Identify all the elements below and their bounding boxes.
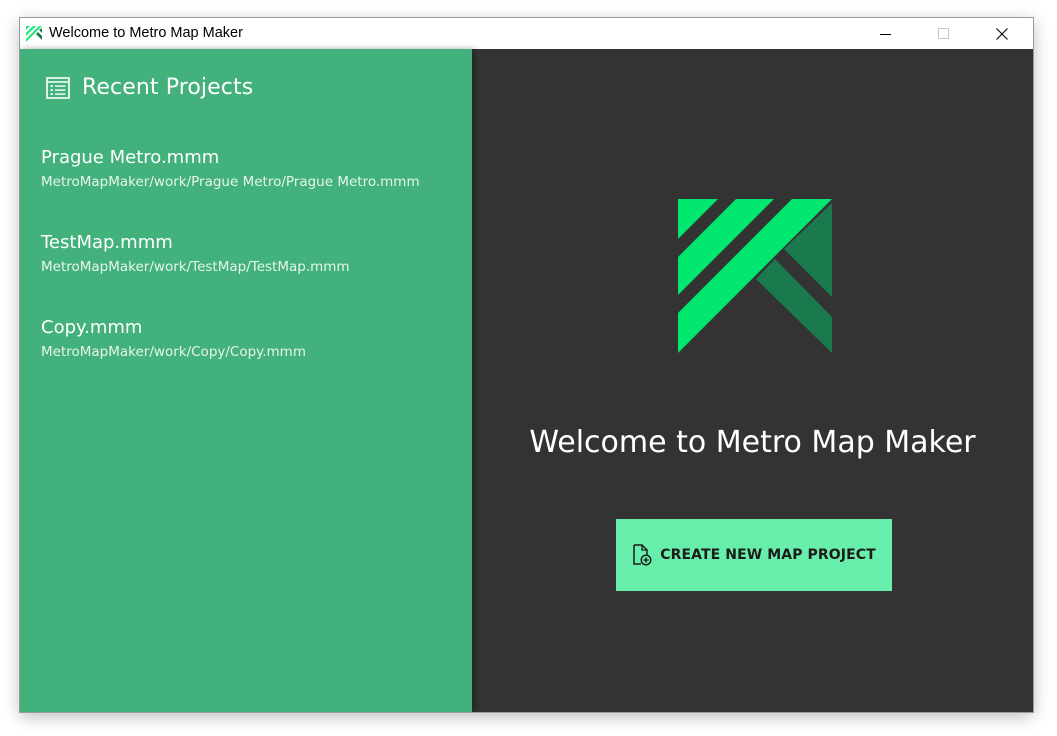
metro-map-maker-logo [678,199,832,353]
minimize-button[interactable] [863,18,909,49]
recent-projects-list: Prague Metro.mmm MetroMapMaker/work/Prag… [41,146,461,401]
welcome-panel: Welcome to Metro Map Maker CREATE NEW MA… [472,49,1033,712]
maximize-button[interactable] [921,18,967,49]
recent-project-copy[interactable]: Copy.mmm MetroMapMaker/work/Copy/Copy.mm… [41,316,461,401]
app-logo-icon [26,26,42,42]
project-name: Copy.mmm [41,317,143,338]
create-new-map-project-label: CREATE NEW MAP PROJECT [660,547,876,563]
maximize-icon [938,27,949,39]
app-window: Welcome to Metro Map Maker Recent Projec… [20,18,1033,712]
recent-projects-panel: Recent Projects Prague Metro.mmm MetroMa… [20,49,472,712]
new-file-icon [633,544,652,566]
recent-projects-header: Recent Projects [46,75,253,100]
close-button[interactable] [979,18,1025,49]
project-path: MetroMapMaker/work/Copy/Copy.mmm [41,344,306,360]
title-bar[interactable]: Welcome to Metro Map Maker [20,18,1033,49]
create-new-map-project-button[interactable]: CREATE NEW MAP PROJECT [616,519,892,591]
minimize-icon [880,33,891,35]
recent-projects-title: Recent Projects [82,75,254,100]
close-icon [996,27,1008,40]
project-name: TestMap.mmm [41,232,173,253]
window-title: Welcome to Metro Map Maker [49,25,243,41]
project-path: MetroMapMaker/work/TestMap/TestMap.mmm [41,259,350,275]
recent-project-prague-metro[interactable]: Prague Metro.mmm MetroMapMaker/work/Prag… [41,146,461,231]
welcome-heading: Welcome to Metro Map Maker [529,425,976,460]
recent-project-testmap[interactable]: TestMap.mmm MetroMapMaker/work/TestMap/T… [41,231,461,316]
list-icon [46,76,70,99]
project-name: Prague Metro.mmm [41,147,220,168]
project-path: MetroMapMaker/work/Prague Metro/Prague M… [41,174,420,190]
